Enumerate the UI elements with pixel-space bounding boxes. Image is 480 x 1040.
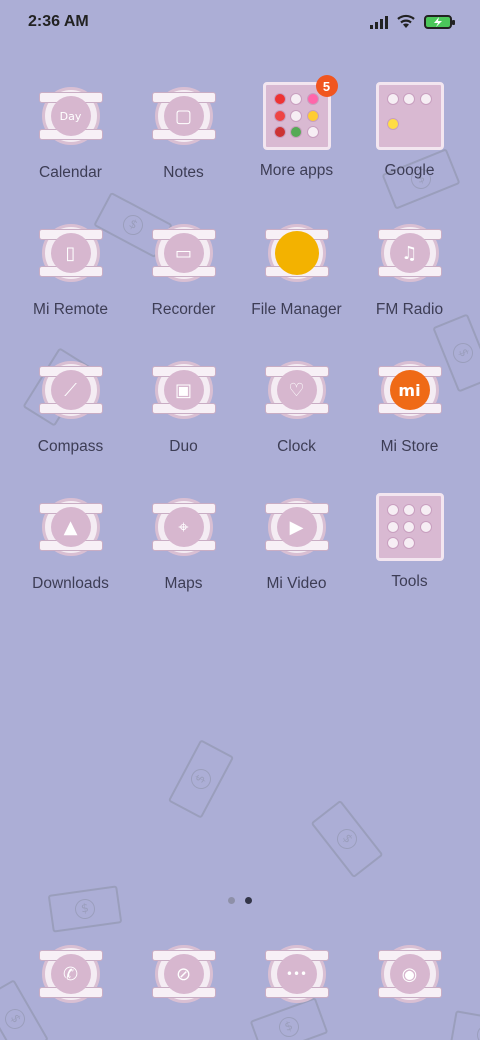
app-fm-radio[interactable]: ♫ FM Radio [353,217,466,323]
status-time: 2:36 AM [28,13,89,30]
browser-icon: ⊘ [151,938,216,1010]
dock-phone[interactable]: ✆ [14,938,127,1018]
status-bar: 2:36 AM [0,0,480,44]
dock: ✆ ⊘ ••• ◉ [14,938,466,1018]
clock-icon: ♡ [264,354,329,426]
notes-icon: ▢ [151,80,216,152]
app-notes[interactable]: ▢ Notes [127,80,240,186]
folder-google[interactable]: Google [353,80,466,186]
app-label: Clock [277,438,316,455]
phone-icon: ✆ [38,938,103,1010]
folder-icon [375,82,444,150]
dock-browser[interactable]: ⊘ [127,938,240,1018]
app-label: Calendar [39,164,102,181]
app-label: More apps [259,162,334,179]
status-icons [370,14,455,30]
money-bill-decoration [167,739,235,819]
app-calendar[interactable]: Day Calendar [14,80,127,186]
maps-icon: ⌖ [151,491,216,563]
app-recorder[interactable]: ▭ Recorder [127,217,240,323]
camera-icon: ◉ [377,938,442,1010]
file-manager-icon [264,217,329,289]
messaging-icon: ••• [264,938,329,1010]
remote-icon: ▯ [38,217,103,289]
signal-icon [370,15,388,29]
app-compass[interactable]: ⟋ Compass [14,354,127,460]
page-dot[interactable] [228,897,235,904]
dock-messaging[interactable]: ••• [240,938,353,1018]
app-label: Mi Store [380,438,439,455]
duo-icon: ▣ [151,354,216,426]
video-icon: ▶ [264,491,329,563]
downloads-icon: ▲ [38,491,103,563]
compass-icon: ⟋ [38,354,103,426]
folder-tools[interactable]: Tools [353,491,466,597]
page-dot-active[interactable] [245,897,252,904]
app-mi-video[interactable]: ▶ Mi Video [240,491,353,597]
app-maps[interactable]: ⌖ Maps [127,491,240,597]
app-label: Downloads [32,575,109,592]
folder-more-apps[interactable]: 5 More apps [240,75,353,186]
app-label: Mi Video [266,575,327,592]
folder-icon: 5 [262,75,338,150]
recorder-icon: ▭ [151,217,216,289]
app-label: Google [384,162,435,179]
mi-store-icon: mi [377,354,442,426]
dock-camera[interactable]: ◉ [353,938,466,1018]
calendar-icon: Day [38,80,103,152]
app-label: File Manager [251,301,342,318]
app-label: Maps [164,575,203,592]
app-label: Duo [169,438,198,455]
app-grid: Day Calendar ▢ Notes 5 More apps Google … [14,75,466,597]
notification-badge: 5 [315,75,338,97]
app-duo[interactable]: ▣ Duo [127,354,240,460]
app-label: Recorder [151,301,216,318]
app-label: Notes [163,164,204,181]
app-label: Mi Remote [33,301,108,318]
folder-icon [375,493,444,561]
money-bill-decoration [310,799,384,879]
battery-charging-icon [424,15,455,29]
app-downloads[interactable]: ▲ Downloads [14,491,127,597]
app-file-manager[interactable]: File Manager [240,217,353,323]
app-label: Tools [391,573,428,590]
app-mi-remote[interactable]: ▯ Mi Remote [14,217,127,323]
radio-icon: ♫ [377,217,442,289]
app-clock[interactable]: ♡ Clock [240,354,353,460]
page-indicator [0,897,480,904]
wifi-icon [397,14,415,28]
app-mi-store[interactable]: mi Mi Store [353,354,466,460]
money-bill-decoration [47,885,123,933]
app-label: FM Radio [375,301,444,318]
app-label: Compass [37,438,104,455]
